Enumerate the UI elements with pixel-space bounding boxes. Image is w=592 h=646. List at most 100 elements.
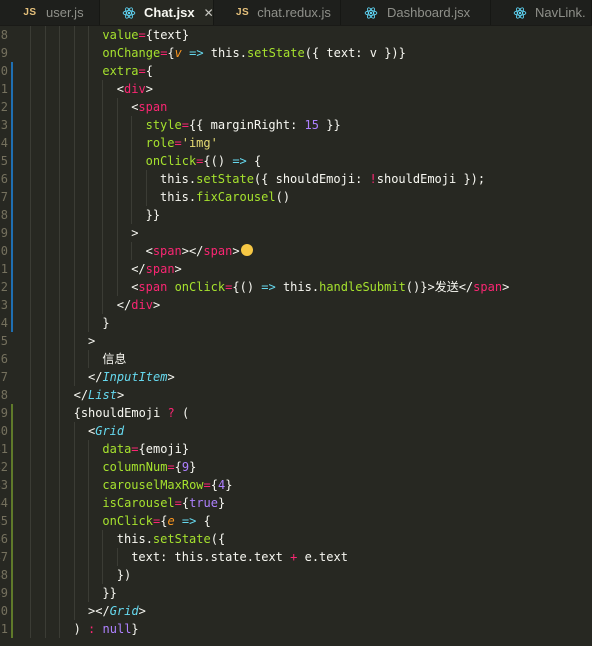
line-number: 28 — [0, 208, 8, 222]
code-token: {() — [203, 154, 233, 168]
indent-guide — [59, 602, 61, 620]
code-line: 45onClick={e => { — [0, 512, 592, 530]
line-number: 35 — [0, 334, 8, 348]
indent-guide — [59, 584, 61, 602]
tab-chat-jsx[interactable]: Chat.jsx ✕ — [100, 0, 214, 25]
indent-guide — [73, 584, 75, 602]
indent-guide — [73, 494, 75, 512]
indent-guide — [44, 206, 46, 224]
code-text: value={text} — [102, 26, 189, 44]
git-modified-marker — [11, 224, 13, 242]
indent-guide — [73, 440, 75, 458]
code-token: => — [232, 154, 247, 168]
code-text: 信息 — [102, 350, 126, 368]
indent-guide — [88, 566, 89, 584]
code-text: > — [131, 224, 138, 242]
code-editor[interactable]: 8 value={text} 9 onChange={v => this.setSta… — [0, 26, 592, 646]
code-text: <span — [131, 98, 167, 116]
code-token: carouselMaxRow — [102, 478, 204, 492]
code-token: </ — [73, 388, 89, 402]
close-tab-icon[interactable]: ✕ — [204, 6, 214, 20]
indent-guide — [59, 170, 61, 188]
indent-guide — [30, 152, 32, 170]
code-line: 51) : null} — [0, 620, 592, 638]
indent-guide — [88, 548, 89, 566]
tab-user-js[interactable]: JS user.js — [0, 0, 100, 25]
code-token: > — [174, 262, 182, 276]
line-number: 39 — [0, 406, 8, 420]
indent-guide — [44, 602, 46, 620]
line-number: 48 — [0, 568, 8, 582]
code-text: data={emoji} — [102, 440, 189, 458]
indent-guide — [44, 260, 46, 278]
indent-guide — [44, 224, 46, 242]
indent-guide — [59, 116, 61, 134]
indent-guide — [116, 152, 118, 170]
indent-guide — [88, 170, 89, 188]
code-token: } — [189, 460, 197, 474]
code-token: Grid — [95, 424, 125, 438]
indent-guide — [145, 170, 147, 188]
git-added-marker — [11, 584, 13, 602]
git-modified-marker — [11, 278, 13, 296]
indent-guide — [88, 458, 89, 476]
code-token: span — [473, 280, 503, 294]
indent-guide — [116, 278, 118, 296]
code-token: > — [116, 388, 125, 402]
code-token: => — [189, 46, 204, 60]
code-line: 20 extra={ — [0, 62, 592, 80]
code-token: ? — [167, 406, 175, 420]
indent-guide — [88, 494, 89, 512]
code-token: {shouldEmoji — [73, 406, 168, 420]
indent-guide — [73, 188, 75, 206]
indent-guide — [30, 188, 32, 206]
indent-guide — [59, 62, 61, 80]
indent-guide — [44, 584, 46, 602]
code-token: style — [145, 118, 182, 132]
indent-guide — [30, 620, 32, 638]
git-modified-marker — [11, 314, 13, 332]
code-token: Grid — [109, 604, 139, 618]
indent-guide — [131, 170, 133, 188]
indent-guide — [30, 494, 32, 512]
tab-label: Chat.jsx — [144, 5, 195, 20]
indent-guide — [59, 458, 61, 476]
code-text: }} — [102, 584, 116, 602]
code-token: onClick — [145, 154, 197, 168]
line-number: 23 — [0, 118, 8, 132]
code-token: onClick — [102, 514, 153, 528]
indent-guide — [44, 476, 46, 494]
tab-dashboard-jsx[interactable]: Dashboard.jsx — [341, 0, 491, 25]
indent-guide — [44, 80, 46, 98]
indent-guide — [73, 458, 75, 476]
code-text: </List> — [74, 386, 125, 404]
code-token: handleSubmit — [319, 280, 406, 294]
indent-guide — [73, 62, 75, 80]
indent-guide — [44, 530, 46, 548]
code-token: { — [210, 478, 219, 492]
tab-navlink[interactable]: NavLink. — [491, 0, 592, 25]
indent-guide — [30, 458, 32, 476]
indent-guide — [30, 422, 32, 440]
code-token: => — [261, 280, 276, 294]
indent-guide — [59, 332, 61, 350]
indent-guide — [30, 368, 32, 386]
indent-guide — [88, 476, 89, 494]
indent-guide — [59, 44, 61, 62]
code-token: span — [203, 244, 233, 258]
code-token: text: this.state.text — [131, 550, 291, 564]
line-number: 45 — [0, 514, 8, 528]
indent-guide — [59, 530, 61, 548]
indent-guide — [116, 170, 118, 188]
tab-label: user.js — [46, 5, 84, 20]
indent-guide — [102, 278, 104, 296]
indent-guide — [44, 170, 46, 188]
indent-guide — [59, 548, 61, 566]
git-added-marker — [11, 548, 13, 566]
indent-guide — [88, 98, 89, 116]
code-text: onClick={() => { — [146, 152, 262, 170]
tab-chat-redux-js[interactable]: JS chat.redux.js — [214, 0, 341, 25]
indent-guide — [73, 152, 75, 170]
indent-guide — [30, 584, 32, 602]
